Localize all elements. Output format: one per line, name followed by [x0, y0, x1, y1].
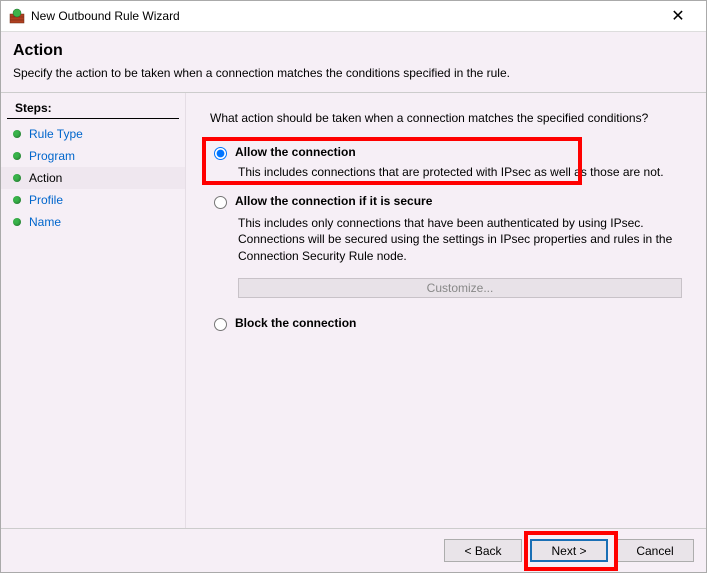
cancel-button[interactable]: Cancel [616, 539, 694, 562]
bullet-icon [13, 196, 21, 204]
step-rule-type[interactable]: Rule Type [1, 123, 185, 145]
footer: < Back Next > Cancel [1, 528, 706, 572]
page-subtitle: Specify the action to be taken when a co… [13, 66, 694, 80]
titlebar: New Outbound Rule Wizard ✕ [1, 1, 706, 32]
bullet-icon [13, 218, 21, 226]
back-button[interactable]: < Back [444, 539, 522, 562]
close-button[interactable]: ✕ [658, 6, 698, 26]
steps-heading: Steps: [7, 99, 179, 119]
step-link[interactable]: Program [29, 149, 75, 163]
step-name[interactable]: Name [1, 211, 185, 233]
radio-allow[interactable] [214, 147, 227, 160]
bullet-icon [13, 130, 21, 138]
option-allow-secure-label[interactable]: Allow the connection if it is secure [235, 194, 432, 208]
wizard-window: New Outbound Rule Wizard ✕ Action Specif… [0, 0, 707, 573]
content-pane: What action should be taken when a conne… [186, 93, 706, 528]
customize-button: Customize... [238, 278, 682, 298]
option-allow-desc: This includes connections that are prote… [238, 164, 678, 180]
header: Action Specify the action to be taken wh… [1, 32, 706, 93]
step-action[interactable]: Action [1, 167, 185, 189]
bullet-icon [13, 152, 21, 160]
page-title: Action [13, 42, 694, 60]
step-link[interactable]: Profile [29, 193, 63, 207]
step-program[interactable]: Program [1, 145, 185, 167]
window-title: New Outbound Rule Wizard [31, 9, 180, 23]
option-allow-secure-desc: This includes only connections that have… [238, 215, 678, 264]
bullet-icon [13, 174, 21, 182]
step-link[interactable]: Name [29, 215, 61, 229]
option-allow-label[interactable]: Allow the connection [235, 145, 356, 159]
step-profile[interactable]: Profile [1, 189, 185, 211]
radio-allow-secure[interactable] [214, 196, 227, 209]
question-text: What action should be taken when a conne… [210, 111, 682, 125]
radio-block[interactable] [214, 318, 227, 331]
step-link[interactable]: Rule Type [29, 127, 83, 141]
firewall-icon [9, 8, 25, 24]
steps-sidebar: Steps: Rule Type Program Action Profile [1, 93, 186, 528]
option-block-label[interactable]: Block the connection [235, 316, 356, 330]
step-label: Action [29, 171, 62, 185]
next-button[interactable]: Next > [530, 539, 608, 562]
